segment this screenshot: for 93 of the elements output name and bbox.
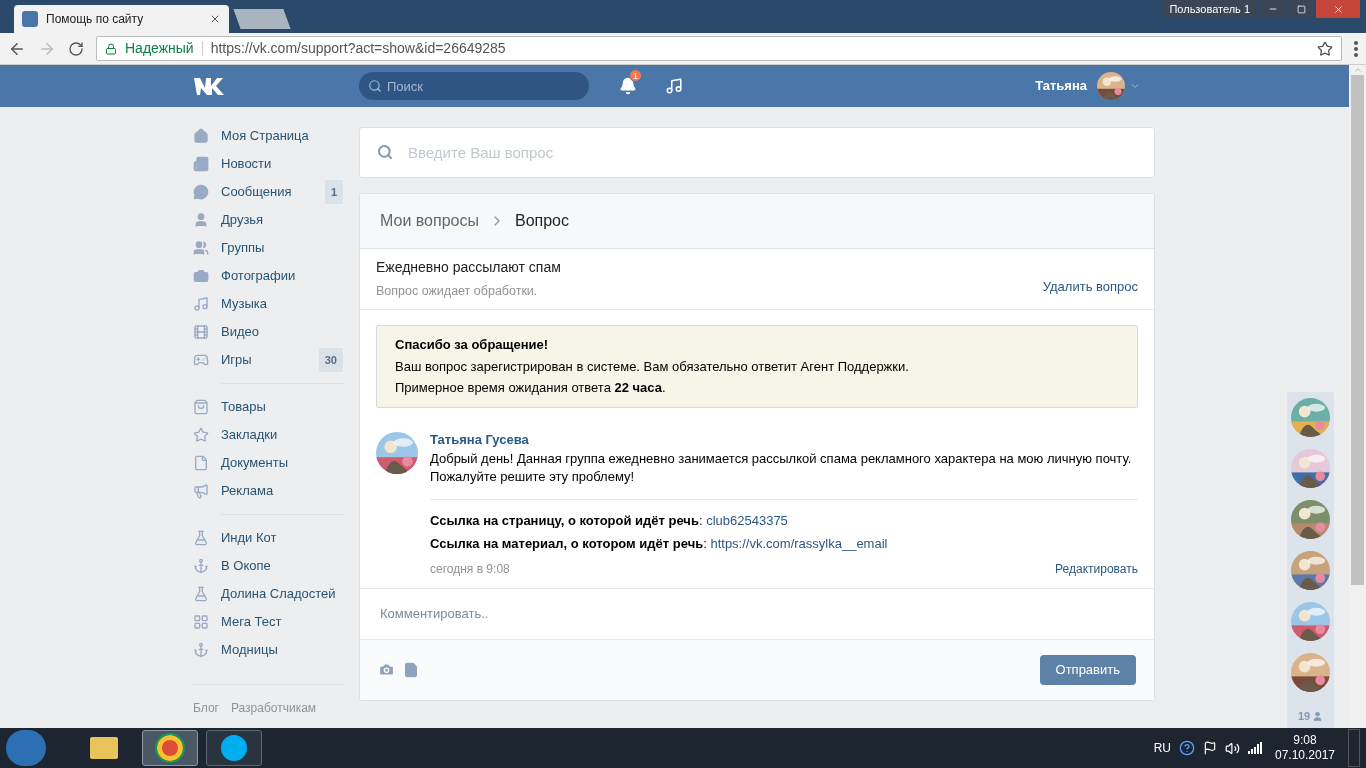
people-icon: [193, 240, 209, 256]
address-bar[interactable]: Надежный https://vk.com/support?act=show&id=26649285: [96, 36, 1342, 61]
clock-date: 07.10.2017: [1274, 748, 1336, 763]
message-time: сегодня в 9:08: [430, 560, 511, 578]
count-badge: 1: [324, 180, 343, 204]
search-icon: [368, 79, 382, 93]
anchor-icon: [193, 558, 209, 574]
clock-time: 9:08: [1293, 733, 1317, 748]
sidebar-item[interactable]: Документы: [193, 449, 343, 477]
reload-icon[interactable]: [68, 40, 84, 57]
document-icon[interactable]: [403, 661, 419, 678]
user-name[interactable]: Татьяна: [1035, 76, 1087, 96]
profile-name[interactable]: Пользователь 1: [1161, 0, 1258, 18]
language-indicator[interactable]: RU: [1153, 739, 1171, 757]
flask-icon: [193, 586, 209, 602]
edit-link[interactable]: Редактировать: [1055, 559, 1138, 578]
star-icon: [193, 427, 209, 443]
message-text: Добрый день! Данная группа ежедневно занимается рассылкой спама рекламного характера на мою личную почту. Пожалуйте решите эту проблему!: [430, 449, 1133, 486]
sidebar-item[interactable]: Реклама: [193, 477, 343, 505]
sidebar-item[interactable]: Закладки: [193, 421, 343, 449]
bag-icon: [193, 399, 209, 415]
start-button[interactable]: [6, 730, 46, 766]
tab-title: Помощь по сайту: [46, 11, 145, 28]
sidebar-item[interactable]: Новости: [193, 150, 343, 178]
lock-icon: [105, 42, 117, 55]
sidebar-item[interactable]: Долина Сладостей: [193, 580, 343, 608]
signal-icon[interactable]: [1248, 742, 1262, 754]
sidebar-item[interactable]: В Окопе: [193, 552, 343, 580]
count-badge: 30: [318, 348, 343, 372]
question-search-field[interactable]: Введите Ваш вопрос: [359, 127, 1155, 178]
minimize-button[interactable]: [1260, 0, 1286, 18]
scrollbar[interactable]: [1349, 65, 1366, 728]
skype-icon[interactable]: [206, 730, 262, 766]
send-button[interactable]: Отправить: [1039, 654, 1136, 685]
notice-text: Примерное время ожидания ответа 22 часа.: [395, 379, 667, 397]
field-link[interactable]: club62543375: [706, 512, 788, 528]
sidebar-item[interactable]: Моя Страница: [193, 122, 343, 150]
gamepad-icon: [193, 352, 209, 368]
sidebar-item[interactable]: Группы: [193, 234, 343, 262]
sidebar-item[interactable]: Мега Тест: [193, 608, 343, 636]
url-text: https://vk.com/support?act=show&id=26649285: [210, 39, 507, 58]
breadcrumb[interactable]: Мои вопросы: [380, 209, 479, 233]
sidebar-item[interactable]: Музыка: [193, 290, 343, 318]
sidebar-item[interactable]: Сообщения 1: [193, 178, 343, 206]
sidebar-item[interactable]: Товары: [193, 393, 343, 421]
breadcrumb: Вопрос: [514, 211, 569, 231]
megaphone-icon: [193, 483, 209, 499]
sidebar-item[interactable]: Друзья: [193, 206, 343, 234]
comment-field[interactable]: Комментировать..: [360, 587, 1154, 639]
field-link[interactable]: https://vk.com/rassylka__email: [710, 535, 888, 551]
new-tab-button[interactable]: [233, 9, 291, 29]
delete-question-link[interactable]: Удалить вопрос: [1042, 277, 1138, 297]
music-note-icon: [193, 296, 209, 312]
document-icon: [193, 455, 209, 471]
music-note-icon[interactable]: [665, 77, 683, 95]
sidebar-item[interactable]: Модницы: [193, 636, 343, 664]
link-field: Ссылка на материал, о котором идёт речь: https://vk.com/rassylka__email: [430, 534, 1138, 552]
person-icon: [1312, 710, 1324, 722]
sidebar-item[interactable]: Инди Кот: [193, 524, 343, 552]
notification-bell-icon[interactable]: [619, 77, 637, 95]
film-icon: [193, 324, 209, 340]
grid-icon: [193, 614, 209, 630]
help-icon[interactable]: [1179, 740, 1195, 756]
question-status: Вопрос ожидает обработки.: [376, 283, 539, 301]
speaker-icon[interactable]: [1225, 740, 1240, 756]
chrome-icon[interactable]: [142, 730, 198, 766]
author-name[interactable]: Татьяна Гусева: [430, 431, 1138, 448]
flask-icon: [193, 530, 209, 546]
browser-tab[interactable]: Помощь по сайту: [14, 5, 229, 33]
notice-title: Спасибо за обращение!: [395, 336, 550, 354]
friends-count: 19: [1297, 709, 1311, 724]
maximize-button[interactable]: [1288, 0, 1314, 18]
vk-favicon-icon: [22, 11, 38, 27]
notice-text: Ваш вопрос зарегистрирован в системе. Вам обязательно ответит Агент Поддержки.: [395, 357, 910, 376]
home-icon: [193, 128, 209, 144]
bookmark-star-icon[interactable]: [1317, 40, 1333, 57]
anchor-icon: [193, 642, 209, 658]
search-field[interactable]: Поиск: [359, 72, 589, 100]
maximize-icon: [1296, 4, 1306, 14]
close-icon[interactable]: [209, 13, 221, 25]
sidebar-item[interactable]: Видео: [193, 318, 343, 346]
question-title: Ежедневно рассылают спам: [376, 258, 562, 278]
sidebar-item[interactable]: Игры 30: [193, 346, 343, 374]
notification-badge: 1: [629, 69, 642, 82]
person-icon: [193, 212, 209, 228]
menu-icon[interactable]: [1354, 40, 1358, 57]
chat-bubble-icon: [193, 184, 209, 200]
sidebar-item[interactable]: Фотографии: [193, 262, 343, 290]
flag-icon[interactable]: [1203, 741, 1217, 755]
search-icon: [377, 144, 393, 160]
close-icon: [1332, 3, 1344, 15]
security-label: Надежный: [125, 39, 194, 58]
link-field: Ссылка на страницу, о которой идёт речь: club62543375: [430, 511, 1138, 529]
